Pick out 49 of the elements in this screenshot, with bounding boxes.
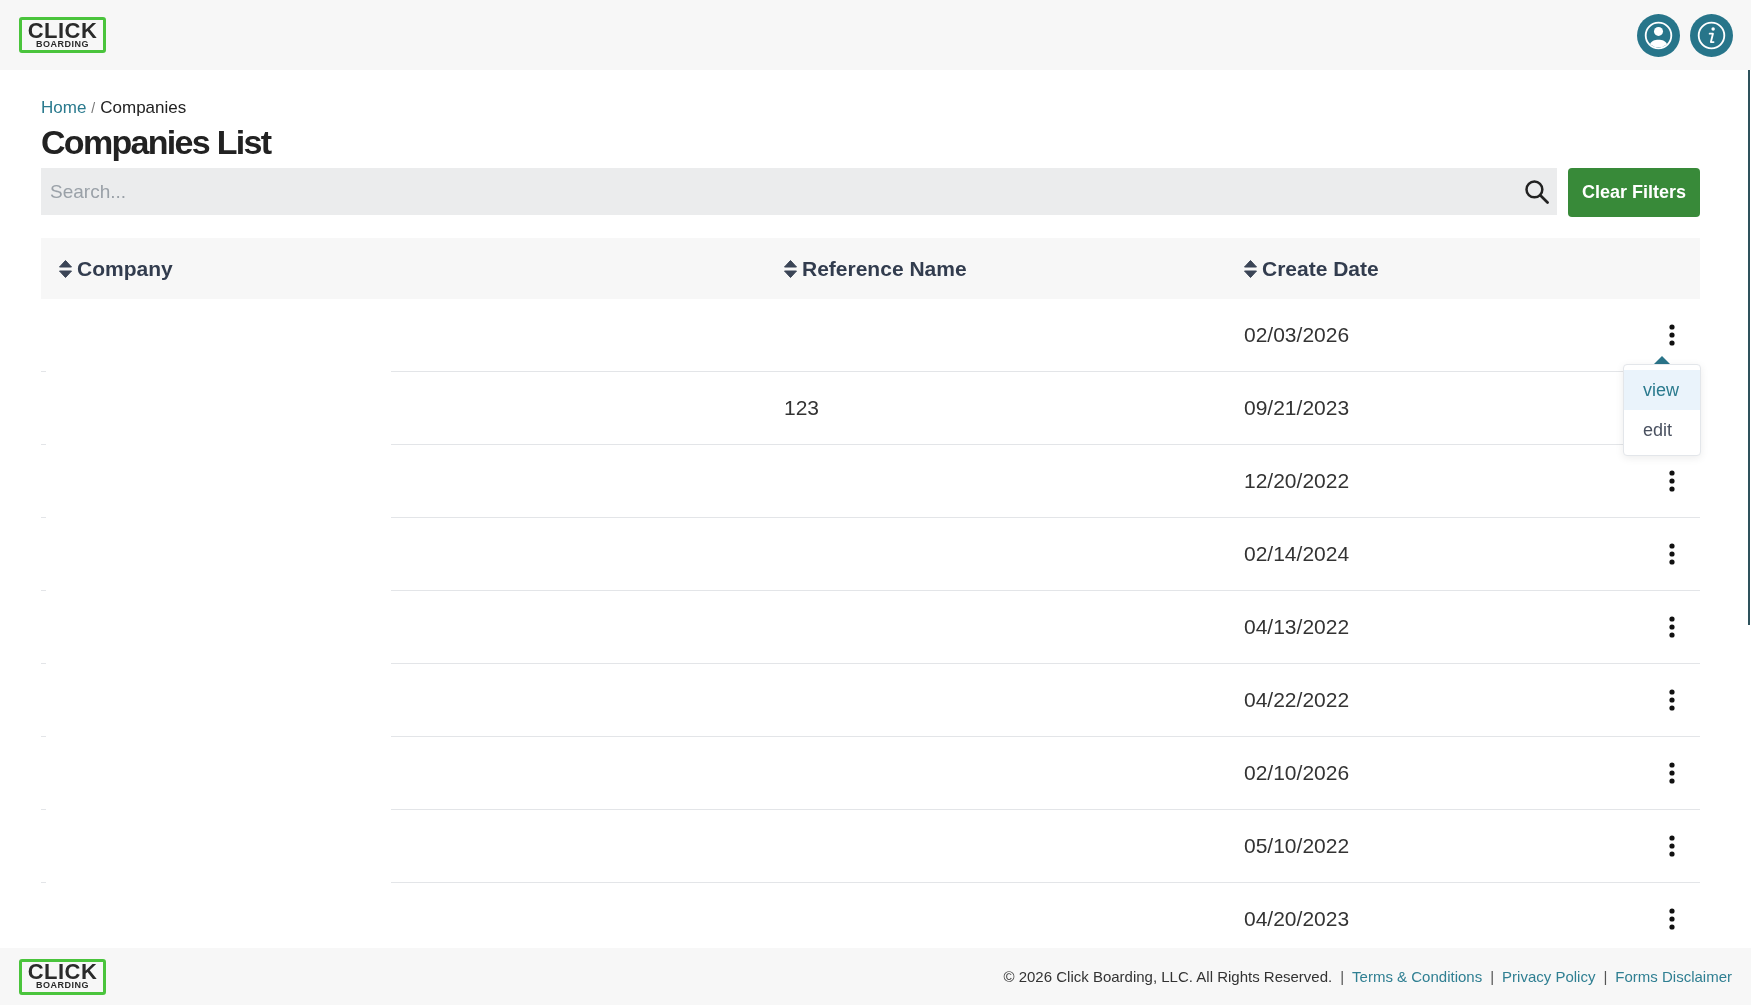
column-header[interactable]: Create Date (1244, 252, 1379, 285)
column-header[interactable]: Company (59, 252, 173, 285)
kebab-menu-icon (1669, 616, 1675, 638)
footer-separator: | (1340, 966, 1345, 987)
table-cell: 05/10/2022 (1244, 834, 1350, 858)
info-button[interactable] (1690, 13, 1733, 57)
logo-wordmark: CLICK (27, 21, 98, 40)
search-field[interactable]: Search... (41, 168, 1557, 215)
info-icon (1690, 13, 1733, 57)
kebab-menu-icon (1669, 324, 1675, 346)
sort-icon (1244, 259, 1257, 278)
kebab-menu-icon (1669, 470, 1675, 492)
logo-tagline: BOARDING (36, 981, 89, 990)
breadcrumb-separator: / (91, 99, 96, 118)
kebab-menu-icon (1669, 543, 1675, 565)
kebab-menu-icon (1669, 835, 1675, 857)
table-cell: 04/20/2023 (1244, 907, 1350, 931)
table-cell: 02/03/2026 (1244, 323, 1350, 347)
column-header[interactable]: Reference Name (784, 252, 967, 285)
breadcrumb-current: Companies (100, 97, 187, 119)
table-cell: 02/14/2024 (1244, 542, 1350, 566)
kebab-menu-icon (1669, 689, 1675, 711)
footer-link[interactable]: Forms Disclaimer (1615, 966, 1732, 987)
logo-wordmark: CLICK (27, 963, 98, 981)
table-cell: 04/13/2022 (1244, 615, 1350, 639)
kebab-menu-icon (1669, 908, 1675, 930)
page-title: Companies List (41, 122, 271, 162)
search-icon (1524, 179, 1549, 204)
table-cell: 09/21/2023 (1244, 396, 1350, 420)
breadcrumb-link[interactable]: Home (41, 96, 87, 120)
copyright-text: © 2026 Click Boarding, LLC. All Rights Reserved. (1003, 966, 1333, 987)
logo-tagline: BOARDING (36, 39, 89, 49)
user-icon (1637, 13, 1680, 57)
footer-link[interactable]: Privacy Policy (1502, 966, 1596, 987)
menu-item[interactable]: edit (1624, 410, 1700, 450)
scrollbar-thumb[interactable] (1748, 70, 1750, 625)
footer-separator: | (1490, 966, 1495, 987)
kebab-menu-icon (1669, 762, 1675, 784)
table-cell: 123 (784, 396, 820, 420)
footer-link[interactable]: Terms & Conditions (1352, 966, 1483, 987)
clear-filters-button[interactable]: Clear Filters (1568, 168, 1700, 217)
table-cell: 12/20/2022 (1244, 469, 1350, 493)
account-button[interactable] (1637, 13, 1680, 57)
table-cell: 04/22/2022 (1244, 688, 1350, 712)
footer-separator: | (1603, 966, 1608, 987)
menu-item[interactable]: view (1624, 370, 1700, 410)
sort-icon (59, 259, 72, 278)
table-cell: 02/10/2026 (1244, 761, 1350, 785)
sort-icon (784, 259, 797, 278)
